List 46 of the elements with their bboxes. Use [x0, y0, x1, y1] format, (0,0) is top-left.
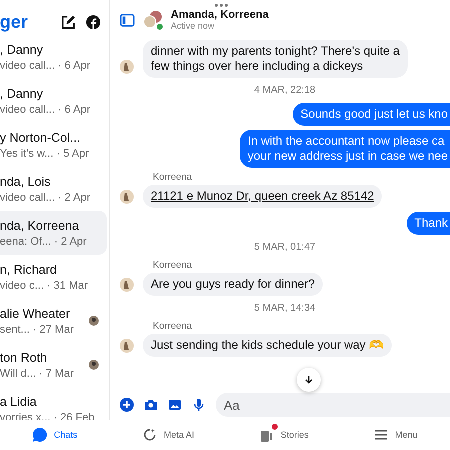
- avatar-icon: [120, 60, 134, 74]
- address-link[interactable]: 21121 e Munoz Dr, queen creek Az 85142: [143, 185, 382, 208]
- chat-bubble-icon: [32, 427, 48, 443]
- message-input[interactable]: Aa: [216, 393, 450, 417]
- chat-item[interactable]: nda, Korreena eena: Of... · 2 Apr: [0, 211, 107, 255]
- active-status: Active now: [171, 21, 216, 31]
- facebook-icon[interactable]: [86, 15, 101, 30]
- sparkle-circle-icon: [142, 427, 158, 443]
- sender-name: Korreena: [153, 321, 194, 332]
- scroll-down-button[interactable]: [297, 368, 321, 392]
- chat-item[interactable]: nda, Lois video call... · 2 Apr: [0, 167, 107, 211]
- received-message: Just sending the kids schedule your way 🫶: [143, 334, 392, 357]
- sent-message: Thank: [406, 212, 450, 235]
- tab-button[interactable]: Menu: [369, 425, 422, 445]
- chat-item[interactable]: ton Roth Will d... · 7 Mar: [0, 343, 107, 387]
- chat-item[interactable]: , Danny video call... · 6 Apr: [0, 35, 107, 79]
- chat-item[interactable]: y Norton-Col... Yes it's w... · 5 Apr: [0, 123, 107, 167]
- sent-message: Sounds good just let us kno: [292, 103, 450, 126]
- chat-item[interactable]: n, Richard video c... · 31 Mar: [0, 255, 107, 299]
- sender-name: Korreena: [153, 260, 194, 271]
- avatar-icon: [120, 278, 134, 292]
- chat-item[interactable]: , Danny video call... · 6 Apr: [0, 79, 107, 123]
- image-icon[interactable]: [168, 398, 182, 412]
- chat-item[interactable]: alie Wheater sent... · 27 Mar: [0, 299, 107, 343]
- sidebar-toggle-icon[interactable]: [120, 14, 135, 26]
- compose-icon[interactable]: [61, 15, 76, 30]
- message-timestamp: 4 MAR, 22:18: [254, 85, 316, 96]
- sender-name: Korreena: [153, 172, 194, 183]
- received-message: Are you guys ready for dinner?: [143, 273, 324, 296]
- sent-message: In with the accountant now please ca your new address just in case we nee: [240, 130, 450, 168]
- add-icon[interactable]: [120, 398, 134, 412]
- tab-button[interactable]: Stories: [254, 425, 313, 445]
- more-dots-icon[interactable]: [214, 4, 228, 7]
- down-arrow-icon: [304, 375, 314, 385]
- avatar-icon: [120, 339, 134, 353]
- camera-icon[interactable]: [144, 398, 158, 412]
- conversation-title: Amanda, Korreena: [171, 9, 269, 21]
- avatar-icon: [120, 190, 134, 204]
- tab-button[interactable]: Meta AI: [138, 425, 199, 445]
- message-timestamp: 5 MAR, 14:34: [254, 303, 316, 314]
- app-title: ger: [0, 12, 30, 33]
- message-timestamp: 5 MAR, 01:47: [254, 242, 316, 253]
- tab-button[interactable]: Chats: [28, 425, 82, 445]
- received-message: dinner with my parents tonight? There's quite a few things over here including a dickeys: [143, 40, 408, 78]
- microphone-icon[interactable]: [192, 398, 206, 412]
- group-avatar-icon: [143, 10, 163, 30]
